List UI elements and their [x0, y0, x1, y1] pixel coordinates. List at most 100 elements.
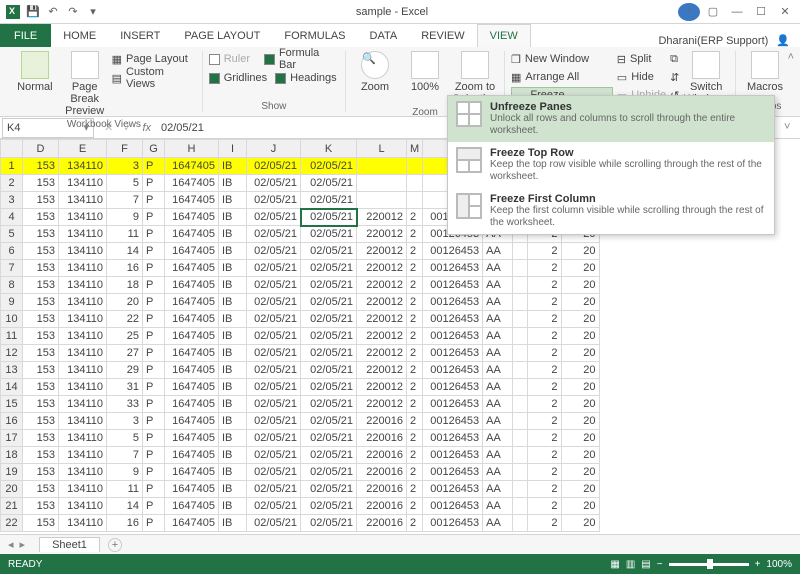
row-header[interactable]: 16 — [1, 413, 23, 430]
cell[interactable]: 1647405 — [165, 277, 219, 294]
arrange-all-button[interactable]: ▦Arrange All — [511, 69, 613, 85]
cell[interactable]: 220012 — [357, 226, 407, 243]
row-header[interactable]: 17 — [1, 430, 23, 447]
cell[interactable]: 1647405 — [165, 447, 219, 464]
cell[interactable]: 134110 — [59, 515, 107, 532]
cell[interactable]: 220012 — [357, 294, 407, 311]
cell[interactable]: 20 — [561, 260, 599, 277]
cell[interactable]: 153 — [23, 243, 59, 260]
cell[interactable]: 02/05/21 — [247, 243, 301, 260]
cell[interactable]: 00126453 — [423, 481, 483, 498]
cell[interactable]: 02/05/21 — [301, 515, 357, 532]
cell[interactable] — [513, 413, 527, 430]
cell[interactable]: 2 — [407, 209, 423, 226]
cell[interactable]: 02/05/21 — [247, 158, 301, 175]
cell[interactable]: 1647405 — [165, 175, 219, 192]
cell[interactable]: 134110 — [59, 277, 107, 294]
cell[interactable] — [513, 277, 527, 294]
cell[interactable]: 00126453 — [423, 294, 483, 311]
minimize-icon[interactable]: — — [726, 3, 748, 21]
cell[interactable]: 1647405 — [165, 345, 219, 362]
cell[interactable]: IB — [219, 345, 247, 362]
cell[interactable]: 02/05/21 — [301, 464, 357, 481]
cell[interactable]: 153 — [23, 481, 59, 498]
tab-file[interactable]: FILE — [0, 24, 51, 47]
cell[interactable]: AA — [483, 362, 513, 379]
cell[interactable]: 220016 — [357, 413, 407, 430]
cell[interactable]: AA — [483, 311, 513, 328]
cell[interactable]: 1647405 — [165, 209, 219, 226]
row-header[interactable]: 9 — [1, 294, 23, 311]
tab-page-layout[interactable]: PAGE LAYOUT — [172, 24, 272, 47]
row-header[interactable]: 8 — [1, 277, 23, 294]
cell[interactable]: 20 — [561, 447, 599, 464]
cell[interactable]: AA — [483, 413, 513, 430]
cell[interactable]: 02/05/21 — [247, 345, 301, 362]
row-header[interactable]: 5 — [1, 226, 23, 243]
cell[interactable]: 20 — [561, 464, 599, 481]
cell[interactable]: 11 — [107, 481, 143, 498]
cell[interactable]: 02/05/21 — [301, 447, 357, 464]
cell[interactable]: IB — [219, 226, 247, 243]
cell[interactable]: 20 — [561, 515, 599, 532]
cell[interactable]: P — [143, 396, 165, 413]
cell[interactable]: 22 — [107, 311, 143, 328]
cell[interactable]: P — [143, 430, 165, 447]
cell[interactable]: 153 — [23, 311, 59, 328]
cell[interactable]: 9 — [107, 209, 143, 226]
cell[interactable]: 02/05/21 — [247, 175, 301, 192]
cell[interactable]: 02/05/21 — [301, 328, 357, 345]
cell[interactable]: 134110 — [59, 498, 107, 515]
tab-formulas[interactable]: FORMULAS — [272, 24, 357, 47]
cell[interactable]: 220012 — [357, 379, 407, 396]
cell[interactable]: 7 — [107, 447, 143, 464]
cell[interactable]: 134110 — [59, 481, 107, 498]
cell[interactable]: AA — [483, 260, 513, 277]
cell[interactable]: 1647405 — [165, 413, 219, 430]
cell[interactable]: P — [143, 464, 165, 481]
cell[interactable]: 2 — [407, 362, 423, 379]
zoom-100-button[interactable]: 100% — [402, 51, 448, 93]
cell[interactable]: 220012 — [357, 277, 407, 294]
tab-review[interactable]: REVIEW — [409, 24, 476, 47]
cell[interactable]: 153 — [23, 277, 59, 294]
cell[interactable]: 1647405 — [165, 260, 219, 277]
cell[interactable]: P — [143, 158, 165, 175]
row-header[interactable]: 19 — [1, 464, 23, 481]
cell[interactable]: 2 — [407, 481, 423, 498]
cell[interactable]: 220012 — [357, 345, 407, 362]
cell[interactable]: IB — [219, 464, 247, 481]
cell[interactable]: P — [143, 277, 165, 294]
cell[interactable]: 2 — [527, 396, 561, 413]
cell[interactable] — [513, 447, 527, 464]
cell[interactable]: 2 — [527, 345, 561, 362]
cell[interactable]: 16 — [107, 260, 143, 277]
cell[interactable] — [513, 481, 527, 498]
headings-checkbox[interactable]: Headings — [275, 70, 336, 86]
cell[interactable]: 220016 — [357, 430, 407, 447]
cell[interactable]: 20 — [561, 277, 599, 294]
cell[interactable]: 134110 — [59, 447, 107, 464]
ruler-checkbox[interactable]: Ruler — [209, 51, 250, 67]
cell[interactable]: 2 — [407, 243, 423, 260]
cell[interactable]: 02/05/21 — [301, 243, 357, 260]
cell[interactable]: 2 — [527, 277, 561, 294]
cell[interactable]: 00126453 — [423, 498, 483, 515]
sheet-nav-next-icon[interactable]: ▸ — [20, 538, 26, 551]
cell[interactable]: 02/05/21 — [247, 447, 301, 464]
cell[interactable]: IB — [219, 379, 247, 396]
cell[interactable]: 1647405 — [165, 379, 219, 396]
cell[interactable]: 153 — [23, 515, 59, 532]
cell[interactable]: 134110 — [59, 294, 107, 311]
cell[interactable]: 220012 — [357, 260, 407, 277]
cell[interactable]: 00126453 — [423, 396, 483, 413]
cell[interactable]: 00126453 — [423, 260, 483, 277]
hide-button[interactable]: ▭Hide — [617, 69, 666, 85]
cell[interactable]: AA — [483, 294, 513, 311]
qat-customize-icon[interactable]: ▾ — [86, 5, 100, 19]
row-header[interactable]: 10 — [1, 311, 23, 328]
cell[interactable]: P — [143, 447, 165, 464]
cell[interactable]: 02/05/21 — [301, 277, 357, 294]
cell[interactable]: 2 — [407, 260, 423, 277]
cell[interactable]: 2 — [407, 345, 423, 362]
